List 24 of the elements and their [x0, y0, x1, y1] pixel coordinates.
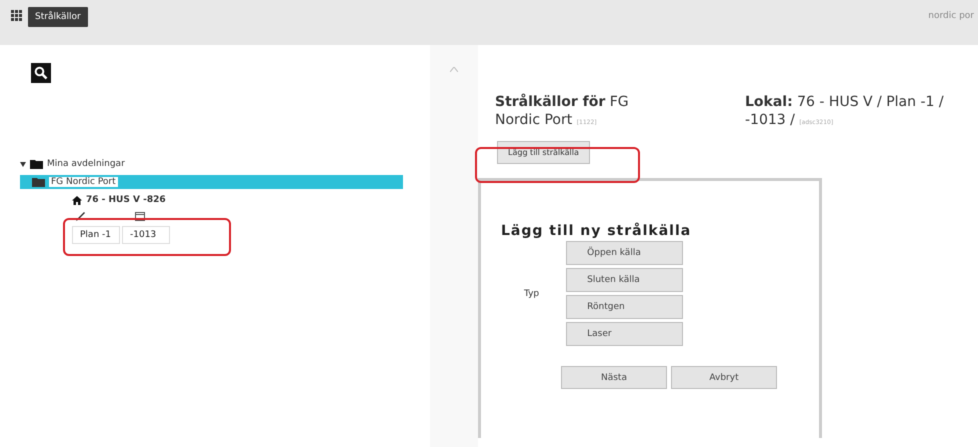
window-icon[interactable] — [135, 212, 145, 220]
type-option-button[interactable]: Sluten källa — [566, 268, 684, 292]
tree-item[interactable]: FG Nordic Port — [49, 177, 118, 187]
caret-down-icon[interactable] — [20, 162, 26, 166]
room-cell[interactable]: Plan -1 — [72, 226, 120, 244]
type-option-button[interactable]: Laser — [566, 322, 684, 346]
room-cell[interactable]: -1013 — [122, 226, 170, 244]
folder-icon — [32, 177, 45, 187]
grid-menu-icon[interactable] — [11, 10, 22, 21]
add-source-button[interactable]: Lägg till strålkälla — [497, 141, 590, 164]
pencil-icon[interactable] — [76, 212, 85, 220]
search-button[interactable] — [31, 63, 51, 83]
tree-row[interactable]: FG Nordic Port — [20, 175, 403, 189]
app-title[interactable]: Strålkällor — [28, 7, 88, 27]
home-icon — [72, 196, 82, 204]
type-option-button[interactable]: Röntgen — [566, 295, 684, 319]
tree-item[interactable]: Mina avdelningar — [47, 159, 125, 169]
dialog-button[interactable]: Avbryt — [671, 366, 777, 389]
dialog-title: Lägg till ny strålkälla — [501, 223, 692, 239]
folder-icon — [30, 159, 43, 169]
tree-item[interactable]: 76 - HUS V -826 — [86, 195, 166, 205]
dialog-button[interactable]: Nästa — [561, 366, 667, 389]
type-option-button[interactable]: Öppen källa — [566, 241, 684, 265]
type-label: Typ — [524, 288, 540, 298]
